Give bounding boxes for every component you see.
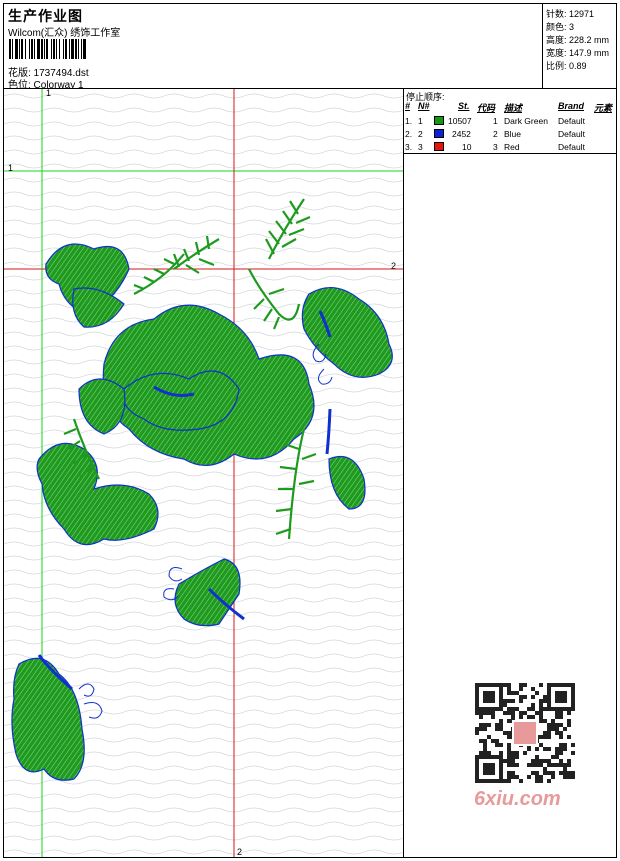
guide-label-v2: 2: [237, 847, 243, 857]
col-n: N#: [418, 101, 430, 111]
table-row[interactable]: 2. 2 2452 2 Blue Default: [404, 128, 616, 141]
row-code: 1: [493, 116, 498, 126]
info-panel: 针数: 12971 颜色: 3 高度: 228.2 mm 宽度: 147.9 m…: [542, 4, 617, 88]
row-num: 2.: [405, 129, 413, 139]
color-swatch: [434, 116, 444, 125]
row-code: 3: [493, 142, 498, 152]
stitch-count: 针数: 12971: [546, 9, 595, 19]
col-code: 代码: [477, 103, 496, 113]
guide-label-h1: 1: [8, 163, 14, 173]
row-brand: Default: [558, 129, 585, 139]
row-description: Dark Green: [504, 116, 548, 126]
design-width: 宽度: 147.9 mm: [546, 48, 610, 58]
header: 生产作业图 Wilcom(汇众) 绣饰工作室 花版: 1737494.dst 色…: [4, 4, 617, 91]
design-scale: 比例: 0.89: [546, 61, 587, 71]
row-stitches: 10: [462, 142, 472, 152]
row-brand: Default: [558, 142, 585, 152]
col-num: #: [405, 101, 411, 111]
color-swatch: [434, 129, 444, 138]
col-stitches: St.: [458, 101, 470, 111]
col-element: 元素: [594, 103, 613, 113]
row-n: 2: [418, 129, 423, 139]
row-description: Red: [504, 142, 520, 152]
watermark-text: 6xiu.com: [474, 788, 561, 810]
guide-label-h2: 2: [391, 261, 397, 271]
barcode: [9, 39, 144, 59]
col-brand: Brand: [558, 101, 585, 111]
page-title: 生产作业图: [8, 8, 83, 24]
row-stitches: 2452: [452, 129, 471, 139]
table-row[interactable]: 1. 1 10507 1 Dark Green Default: [404, 115, 616, 128]
embroidery-preview: [4, 89, 403, 857]
color-swatch: [434, 142, 444, 151]
row-description: Blue: [504, 129, 522, 139]
design-height: 高度: 228.2 mm: [546, 35, 610, 45]
row-n: 1: [418, 116, 423, 126]
guide-label-v1: 1: [46, 89, 52, 98]
qr-code[interactable]: [472, 680, 578, 786]
row-brand: Default: [558, 116, 585, 126]
subtitle: Wilcom(汇众) 绣饰工作室: [8, 28, 121, 39]
row-num: 3.: [405, 142, 413, 152]
row-num: 1.: [405, 116, 413, 126]
color-count: 颜色: 3: [546, 22, 575, 32]
row-code: 2: [493, 129, 498, 139]
table-divider: [404, 153, 616, 154]
design-canvas[interactable]: 1 1 2 2: [4, 89, 404, 857]
row-n: 3: [418, 142, 423, 152]
row-stitches: 10507: [448, 116, 472, 126]
col-description: 描述: [504, 103, 523, 113]
